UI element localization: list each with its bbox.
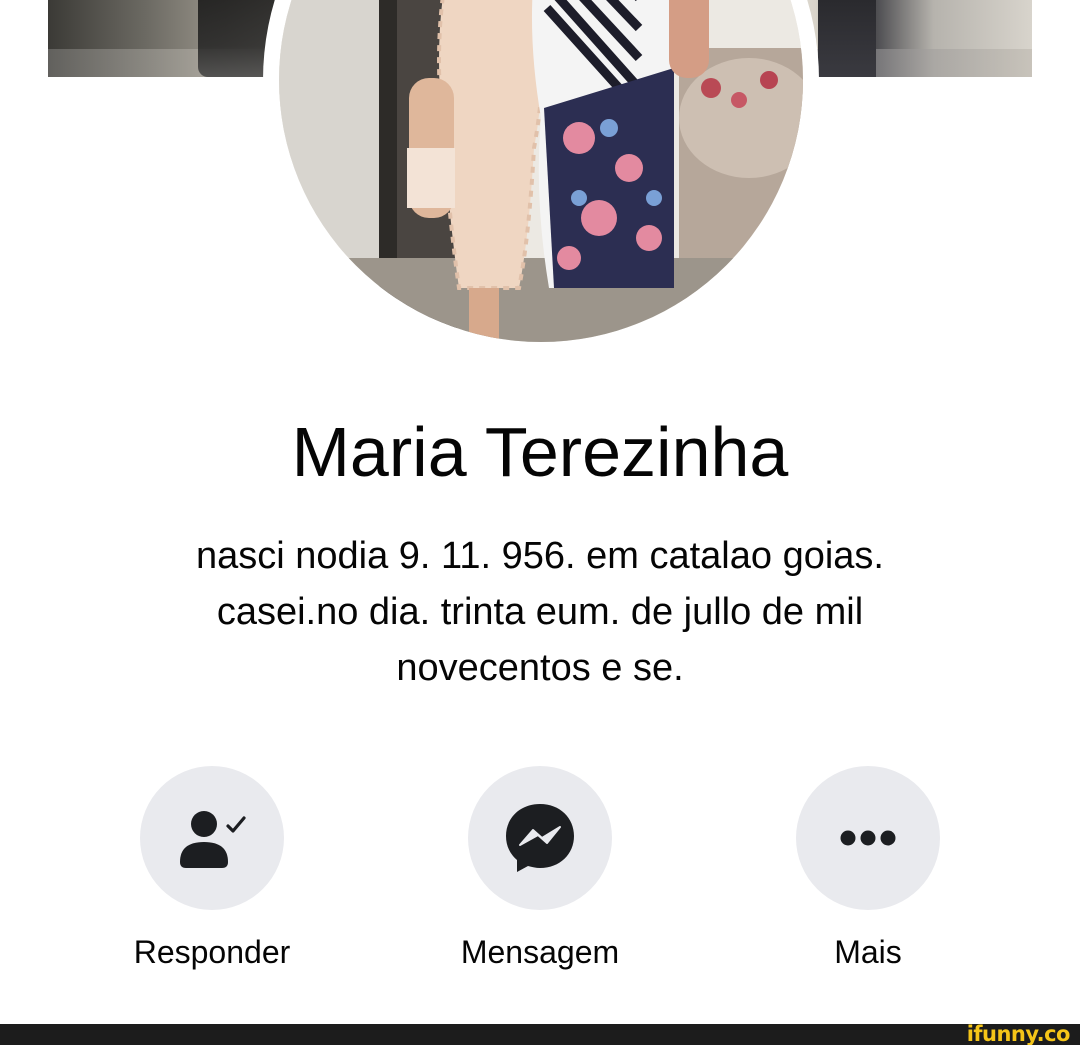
mais-button-circle[interactable] bbox=[796, 766, 940, 910]
avatar[interactable] bbox=[279, 0, 803, 342]
bio-line: casei.no dia. trinta eum. de jullo de mi… bbox=[216, 591, 864, 633]
action-bar: Responder Mensagem Mais bbox=[0, 766, 1080, 986]
bio-line: novecentos e se. bbox=[396, 647, 684, 689]
responder-button-circle[interactable] bbox=[140, 766, 284, 910]
watermark-bar: ifunny.co bbox=[0, 1022, 1080, 1045]
ifunny-watermark: ifunny.co bbox=[966, 1022, 1071, 1045]
messenger-icon bbox=[506, 804, 574, 872]
responder-label: Responder bbox=[133, 934, 291, 970]
mensagem-label: Mensagem bbox=[460, 934, 620, 970]
more-dots-icon bbox=[840, 830, 896, 846]
bio-line: nasci nodia 9. 11. 956. em catalao goias… bbox=[196, 535, 884, 577]
avatar-photo bbox=[279, 0, 803, 342]
mensagem-button-circle[interactable] bbox=[468, 766, 612, 910]
profile-name: Maria Terezinha bbox=[291, 413, 789, 491]
cover-figure-right bbox=[818, 0, 876, 77]
profile-page: Maria Terezinha nasci nodia 9. 11. 956. … bbox=[0, 0, 1080, 1045]
person-check-icon bbox=[180, 811, 246, 868]
mais-button[interactable]: Mais bbox=[768, 766, 968, 986]
responder-button[interactable]: Responder bbox=[112, 766, 312, 986]
mensagem-button[interactable]: Mensagem bbox=[440, 766, 640, 986]
profile-bio: nasci nodia 9. 11. 956. em catalao goias… bbox=[80, 528, 1000, 696]
mais-label: Mais bbox=[834, 934, 902, 970]
